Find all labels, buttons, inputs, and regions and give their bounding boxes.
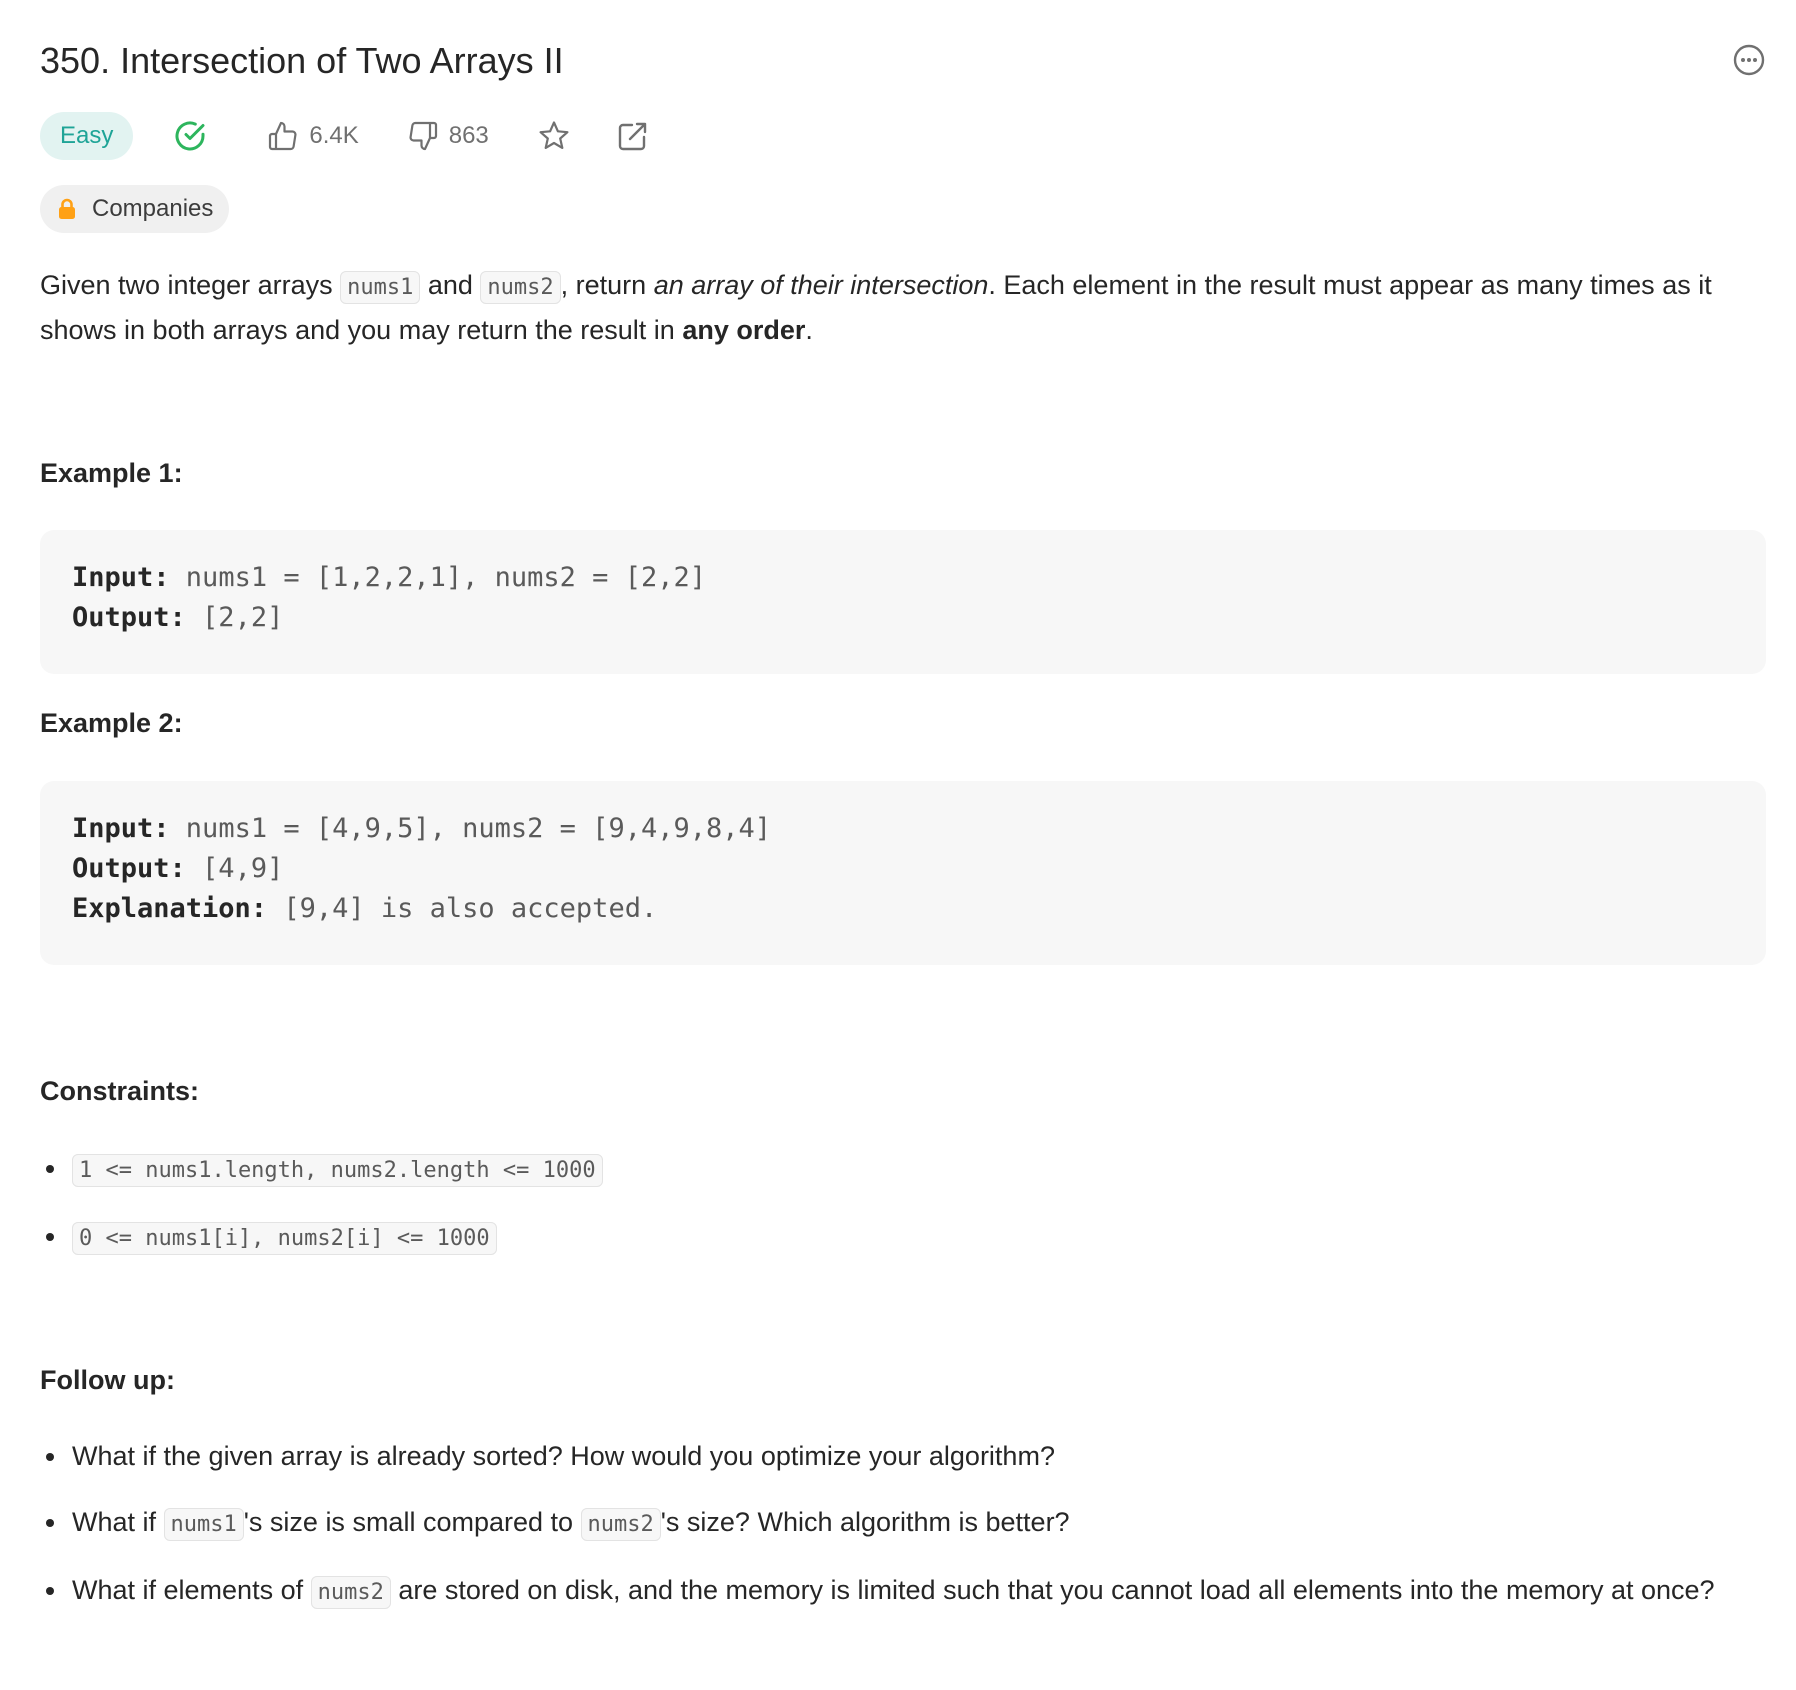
explanation-value: [9,4] is also accepted.	[267, 893, 658, 924]
list-item: What if the given array is already sorte…	[40, 1435, 1766, 1478]
like-button[interactable]: 6.4K	[267, 120, 359, 152]
inline-code-nums2: nums2	[480, 271, 561, 304]
example-2-block: Input: nums1 = [4,9,5], nums2 = [9,4,9,8…	[40, 781, 1766, 965]
list-item: 1 <= nums1.length, nums2.length <= 1000	[40, 1147, 1766, 1192]
example-2-output-line: Output: [4,9]	[72, 849, 1734, 889]
statement-text: and	[420, 270, 481, 300]
problem-title[interactable]: 350. Intersection of Two Arrays II	[40, 38, 1766, 84]
star-icon	[539, 121, 569, 149]
follow-up-text: What if	[72, 1507, 164, 1537]
input-label: Input:	[72, 813, 170, 844]
companies-label: Companies	[92, 195, 214, 222]
inline-code-nums1: nums1	[163, 1508, 244, 1541]
follow-up-text: What if the given array is already sorte…	[72, 1441, 1055, 1471]
list-item: What if elements of nums2 are stored on …	[40, 1569, 1766, 1614]
example-1-input-line: Input: nums1 = [1,2,2,1], nums2 = [2,2]	[72, 558, 1734, 598]
output-value: [4,9]	[185, 853, 284, 884]
input-label: Input:	[72, 562, 170, 593]
statement-text: .	[805, 315, 813, 345]
statement-emphasis: an array of their intersection	[653, 270, 989, 300]
output-label: Output:	[72, 853, 186, 884]
example-1-output-line: Output: [2,2]	[72, 598, 1734, 638]
constraints-list: 1 <= nums1.length, nums2.length <= 1000 …	[40, 1147, 1766, 1283]
lock-icon	[59, 198, 75, 219]
problem-meta-row: Easy 6.4K 863	[40, 112, 649, 160]
example-2-explanation-line: Explanation: [9,4] is also accepted.	[72, 889, 1734, 929]
inline-code-nums1: nums1	[340, 271, 421, 304]
inline-code-nums2: nums2	[580, 1508, 661, 1541]
list-item: 0 <= nums1[i], nums2[i] <= 1000	[40, 1215, 1766, 1260]
output-label: Output:	[72, 602, 186, 633]
follow-up-list: What if the given array is already sorte…	[40, 1435, 1766, 1637]
inline-code-nums2: nums2	[310, 1576, 391, 1609]
constraints-heading: Constraints:	[40, 1076, 200, 1106]
thumbs-down-icon	[409, 121, 437, 151]
more-horizontal-circle-icon	[1733, 44, 1765, 76]
example-2-heading: Example 2:	[40, 708, 183, 738]
title-row: 350. Intersection of Two Arrays II	[40, 38, 1766, 84]
check-circle-icon	[175, 121, 205, 151]
statement-strong: any order	[682, 315, 806, 345]
constraint-code: 0 <= nums1[i], nums2[i] <= 1000	[72, 1222, 497, 1255]
constraint-code: 1 <= nums1.length, nums2.length <= 1000	[72, 1154, 603, 1187]
difficulty-badge[interactable]: Easy	[40, 112, 134, 160]
statement-text: , return	[560, 270, 654, 300]
thumbs-up-icon	[269, 121, 297, 151]
dislike-button[interactable]: 863	[407, 120, 489, 152]
companies-tag[interactable]: Companies	[40, 185, 230, 233]
example-1-heading: Example 1:	[40, 458, 183, 488]
input-value: nums1 = [1,2,2,1], nums2 = [2,2]	[169, 562, 706, 593]
follow-up-text: 's size? Which algorithm is better?	[660, 1507, 1070, 1537]
dislike-count: 863	[448, 122, 489, 149]
follow-up-text: are stored on disk, and the memory is li…	[390, 1575, 1715, 1605]
like-count: 6.4K	[309, 122, 359, 149]
more-options-button[interactable]	[1732, 43, 1766, 77]
favorite-button[interactable]	[537, 119, 571, 153]
share-button[interactable]	[617, 120, 649, 152]
input-value: nums1 = [4,9,5], nums2 = [9,4,9,8,4]	[169, 813, 771, 844]
follow-up-heading: Follow up:	[40, 1365, 175, 1395]
statement-text: Given two integer arrays	[40, 270, 341, 300]
follow-up-text: 's size is small compared to	[243, 1507, 581, 1537]
explanation-label: Explanation:	[72, 893, 268, 924]
example-2-input-line: Input: nums1 = [4,9,5], nums2 = [9,4,9,8…	[72, 809, 1734, 849]
list-item: What if nums1's size is small compared t…	[40, 1501, 1766, 1546]
problem-statement: Given two integer arrays nums1 and nums2…	[40, 264, 1766, 352]
follow-up-text: What if elements of	[72, 1575, 311, 1605]
example-1-block: Input: nums1 = [1,2,2,1], nums2 = [2,2] …	[40, 530, 1766, 674]
output-value: [2,2]	[185, 602, 284, 633]
share-icon	[618, 122, 646, 151]
